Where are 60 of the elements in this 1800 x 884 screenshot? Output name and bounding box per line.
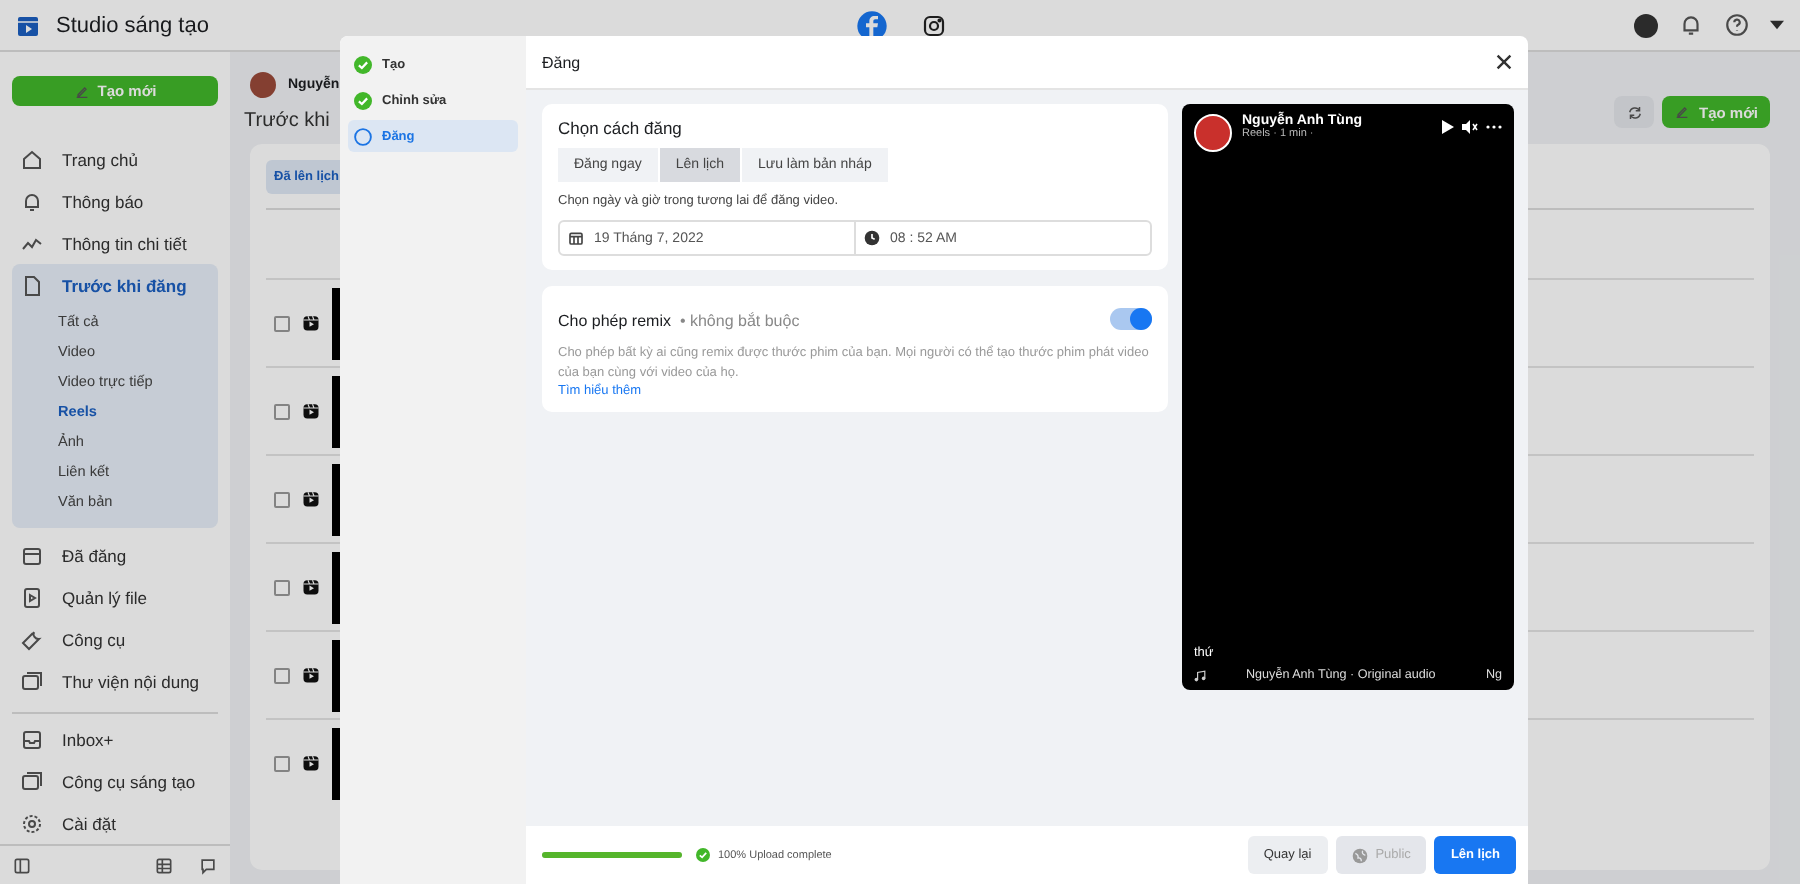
avatar xyxy=(1194,114,1232,152)
gallery-icon xyxy=(20,669,44,694)
settings-icon xyxy=(20,811,44,836)
nav-item[interactable]: Thông tin chi tiết xyxy=(12,222,218,265)
nav-item[interactable]: Thông báo xyxy=(12,180,218,223)
table-icon xyxy=(154,855,174,876)
nav-item[interactable]: Thư viện nội dung xyxy=(12,660,218,703)
nav-item[interactable]: Trước khi đăng xyxy=(12,264,218,307)
avatar[interactable] xyxy=(1634,13,1658,37)
checkbox[interactable] xyxy=(274,667,290,683)
nav-item[interactable]: Inbox+ xyxy=(12,718,218,761)
nav-item[interactable]: Công cụ xyxy=(12,618,218,661)
nav-item[interactable]: Công cụ sáng tạo xyxy=(12,760,218,803)
reel-icon xyxy=(302,402,320,420)
card-heading: Chọn cách đăng xyxy=(558,118,684,138)
reel-icon xyxy=(302,754,320,772)
sidebar-toggle-icon xyxy=(12,855,32,876)
nav-item[interactable]: Trang chủ xyxy=(12,138,218,181)
help-icon xyxy=(1724,12,1750,38)
app-title: Studio sáng tạo xyxy=(56,13,209,37)
page-title: Trước khi xyxy=(244,110,332,132)
caret-icon[interactable] xyxy=(1770,20,1784,30)
tools-icon xyxy=(20,769,44,794)
checkbox[interactable] xyxy=(274,403,290,419)
inbox-icon xyxy=(20,727,44,752)
refresh-icon xyxy=(1625,103,1644,121)
checkbox[interactable] xyxy=(274,491,290,507)
document-icon xyxy=(20,273,44,298)
avatar xyxy=(250,72,276,98)
nav-item[interactable]: Đã đăng xyxy=(12,534,218,577)
music-icon xyxy=(1194,669,1206,681)
nav-item[interactable]: Cài đặt xyxy=(12,802,218,845)
clapperboard-icon xyxy=(16,13,40,37)
volume-icon[interactable] xyxy=(1462,120,1478,134)
reel-icon xyxy=(302,578,320,596)
edit-icon xyxy=(73,83,90,100)
edit-icon xyxy=(1674,104,1691,120)
chat-icon xyxy=(198,855,218,876)
globe-icon xyxy=(1351,847,1368,863)
instagram-icon[interactable] xyxy=(921,13,945,37)
play-icon[interactable] xyxy=(1442,120,1454,134)
bell-icon xyxy=(20,189,44,214)
file-icon xyxy=(20,585,44,610)
calendar-icon xyxy=(20,543,44,568)
bell-icon xyxy=(1678,12,1704,38)
remix-title: Cho phép remix • không bắt buộc xyxy=(558,310,800,334)
refresh-button[interactable] xyxy=(1614,96,1655,128)
reel-icon xyxy=(302,314,320,332)
home-icon xyxy=(20,147,44,172)
checkbox[interactable] xyxy=(274,579,290,595)
nav-item[interactable]: Quản lý file xyxy=(12,576,218,619)
dialog-title: Đăng xyxy=(542,53,581,71)
check-icon xyxy=(696,848,710,862)
checkbox[interactable] xyxy=(274,755,290,771)
reel-icon xyxy=(302,490,320,508)
checkbox[interactable] xyxy=(274,315,290,331)
close-button[interactable] xyxy=(1496,54,1512,70)
reel-icon xyxy=(302,666,320,684)
more-icon[interactable] xyxy=(1486,124,1502,130)
toggle-switch[interactable] xyxy=(1110,307,1152,329)
